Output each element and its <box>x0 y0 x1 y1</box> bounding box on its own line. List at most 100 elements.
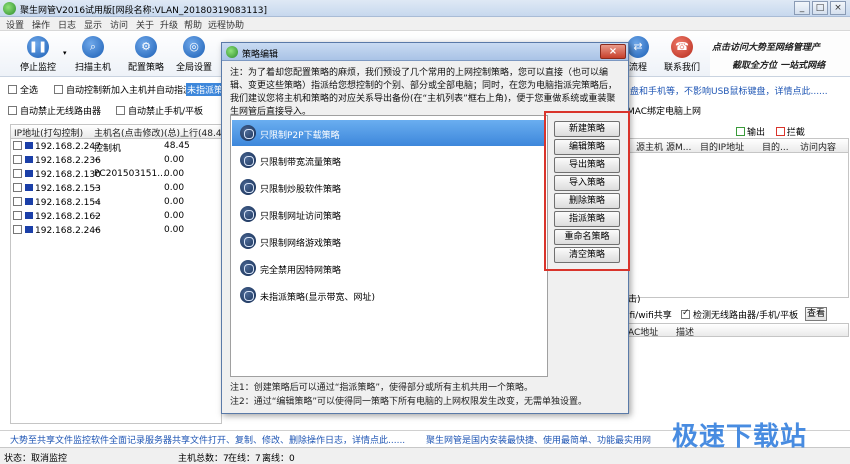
new-policy-button[interactable]: 新建策略 <box>554 121 620 137</box>
global-settings-button[interactable]: ◎ 全局设置 <box>170 31 218 77</box>
menu-access[interactable]: 访问 <box>110 18 128 31</box>
policy-item-unassigned[interactable]: 未指派策略(显示带宽、网址) <box>232 282 546 308</box>
policy-icon <box>240 125 256 141</box>
scan-icon: ⌕ <box>82 36 104 58</box>
ad-link-left[interactable]: 大势至共享文件监控软件全面记录服务器共享文件打开、复制、修改、删除操作日志，详情… <box>10 433 405 446</box>
menu-display[interactable]: 显示 <box>84 18 102 31</box>
policy-item-game[interactable]: 只限制网络游戏策略 <box>232 228 546 254</box>
export-policy-button[interactable]: 导出策略 <box>554 157 620 173</box>
col-mac[interactable]: AC地址 <box>628 325 658 338</box>
table-row[interactable]: 192.168.2.236 -- 0.00 <box>11 154 221 168</box>
close-button[interactable]: × <box>830 1 846 15</box>
scan-hosts-label: 扫描主机 <box>74 63 111 73</box>
col-source-mac[interactable]: 源M... <box>666 140 691 153</box>
dropdown-arrow-icon[interactable]: ▾ <box>63 49 67 57</box>
legend-output: 输出 <box>747 128 766 138</box>
col-content[interactable]: 访问内容 <box>800 140 836 153</box>
col-ip[interactable]: IP地址(打勾控制) <box>14 126 83 139</box>
global-icon: ◎ <box>183 36 205 58</box>
clear-policy-button[interactable]: 清空策略 <box>554 247 620 263</box>
import-policy-button[interactable]: 导入策略 <box>554 175 620 191</box>
computer-icon <box>25 156 33 163</box>
col-source-host[interactable]: 源主机 <box>636 140 663 153</box>
computer-icon <box>25 212 33 219</box>
wifi-share-label: ifi/wifi共享 <box>627 311 672 321</box>
wifi-panel: ifi/wifi共享 检测无线路由器/手机/平板 查看 AC地址 描述 <box>627 305 849 425</box>
dialog-title-bar: 策略编辑 × <box>222 43 628 61</box>
menu-operation[interactable]: 操作 <box>32 18 50 31</box>
policy-editor-dialog: 策略编辑 × 注：为了着却您配置策略的麻烦，我们预设了几个常用的上网控制策略，您… <box>221 42 630 414</box>
policy-item-bandwidth[interactable]: 只限制带宽流量策略 <box>232 147 546 173</box>
stop-monitor-label: 停止监控 <box>19 63 56 73</box>
banner-line2: 截取全方位 一站式网络 <box>732 61 826 71</box>
col-hostname[interactable]: 主机名(点击修改) <box>94 126 164 139</box>
menu-log[interactable]: 日志 <box>58 18 76 31</box>
detect-wireless-checkbox[interactable]: 检测无线路由器/手机/平板 <box>681 308 798 321</box>
policy-list: 只限制P2P下载策略 只限制带宽流量策略 只限制炒股软件策略 只限制网址访问策略… <box>230 115 548 377</box>
title-bar: 聚生网管V2016试用版[网段名称:VLAN_20180319083113] _… <box>0 0 850 17</box>
watermark: 极速下载站 <box>672 422 808 452</box>
promo-banner[interactable]: 点击访问大势至网络管理产 截取全方位 一站式网络 <box>710 32 850 76</box>
hosts-online: 在线：7 <box>228 454 261 464</box>
table-row[interactable]: 192.168.2.153 -- 0.00 <box>11 182 221 196</box>
delete-policy-button[interactable]: 删除策略 <box>554 193 620 209</box>
dialog-close-button[interactable]: × <box>600 44 626 59</box>
policy-icon <box>240 233 256 249</box>
auto-block-router-checkbox[interactable]: 自动禁止无线路由器 <box>8 104 101 117</box>
policy-item-block-internet[interactable]: 完全禁用因特网策略 <box>232 255 546 281</box>
window-title: 聚生网管V2016试用版[网段名称:VLAN_20180319083113] <box>20 6 268 16</box>
wifi-table-header: AC地址 描述 <box>627 323 849 338</box>
host-list-header: IP地址(打勾控制) 主机名(点击修改) (总)上行(48.45 K <box>11 125 236 139</box>
config-policy-label: 配置策略 <box>127 63 164 73</box>
rename-policy-button[interactable]: 重命名策略 <box>554 229 620 245</box>
flow-icon: ⇄ <box>627 36 649 58</box>
col-dest[interactable]: 目的... <box>762 140 789 153</box>
menu-bar: 设置 操作 日志 显示 访问 关于 升级 帮助 远程协助 <box>0 17 850 31</box>
minimize-button[interactable]: _ <box>794 1 810 15</box>
dialog-logo-icon <box>226 46 238 58</box>
stop-monitor-button[interactable]: ❚❚ 停止监控 <box>14 31 62 77</box>
footnote-2: 注2：通过“编辑策略”可以使得同一策略下所有电脑的上网权限发生改变，无需单独设置… <box>230 397 588 407</box>
dialog-title: 策略编辑 <box>242 50 279 60</box>
col-desc[interactable]: 描述 <box>676 325 694 338</box>
computer-icon <box>25 142 33 149</box>
block-legend-swatch <box>775 127 785 136</box>
menu-settings[interactable]: 设置 <box>6 18 24 31</box>
scan-hosts-button[interactable]: ⌕ 扫描主机 <box>69 31 117 77</box>
banner-line1: 点击访问大势至网络管理产 <box>712 43 821 53</box>
menu-upgrade[interactable]: 升级 <box>160 18 178 31</box>
menu-about[interactable]: 关于 <box>136 18 154 31</box>
table-row[interactable]: 192.168.2.130 PC201503151... 0.00 <box>11 168 221 182</box>
menu-help[interactable]: 帮助 <box>184 18 202 31</box>
policy-item-url[interactable]: 只限制网址访问策略 <box>232 201 546 227</box>
global-settings-label: 全局设置 <box>175 63 212 73</box>
policy-item-p2p[interactable]: 只限制P2P下载策略 <box>232 120 546 146</box>
output-legend-swatch <box>736 127 745 136</box>
edit-policy-button[interactable]: 编辑策略 <box>554 139 620 155</box>
menu-remote-assist[interactable]: 远程协助 <box>208 18 244 31</box>
config-policy-button[interactable]: ⚙ 配置策略 <box>122 31 170 77</box>
ad-link-right[interactable]: 聚生网管是国内安装最快捷、使用最简单、功能最实用网 <box>426 433 651 446</box>
legend: 输出 拦截 <box>736 125 805 138</box>
pause-icon: ❚❚ <box>27 36 49 58</box>
table-row[interactable]: 192.168.2.246 -- 0.00 <box>11 224 221 238</box>
assign-policy-button[interactable]: 指派策略 <box>554 211 620 227</box>
auto-block-mobile-checkbox[interactable]: 自动禁止手机/平板 <box>116 104 203 117</box>
table-row[interactable]: 192.168.2.154 -- 0.00 <box>11 196 221 210</box>
view-button[interactable]: 查看 <box>805 307 827 321</box>
status-text: 状态：取消监控 <box>4 454 68 464</box>
dialog-footnotes: 注1：创建策略后可以通过“指派策略”，使得部分或所有主机共用一个策略。 注2：通… <box>230 381 622 409</box>
contact-us-button[interactable]: ☎ 联系我们 <box>658 31 706 77</box>
policy-item-stock[interactable]: 只限制炒股软件策略 <box>232 174 546 200</box>
select-all-checkbox[interactable]: 全选 <box>8 83 38 96</box>
col-dest-ip[interactable]: 目的IP地址 <box>700 140 744 153</box>
policy-icon <box>240 206 256 222</box>
auto-control-checkbox[interactable]: 自动控制新加入主机并自动指派 <box>54 83 192 96</box>
table-row[interactable]: 192.168.2.162 -- 0.00 <box>11 210 221 224</box>
usb-notice-link[interactable]: 盘和手机等，不影响USB鼠标键盘，详情点此...... <box>630 84 828 97</box>
table-row[interactable]: 192.168.2.247 控制机 48.45 <box>11 140 221 154</box>
contact-us-label: 联系我们 <box>663 63 700 73</box>
maximize-button[interactable]: □ <box>812 1 828 15</box>
computer-icon <box>25 170 33 177</box>
policy-icon <box>240 287 256 303</box>
